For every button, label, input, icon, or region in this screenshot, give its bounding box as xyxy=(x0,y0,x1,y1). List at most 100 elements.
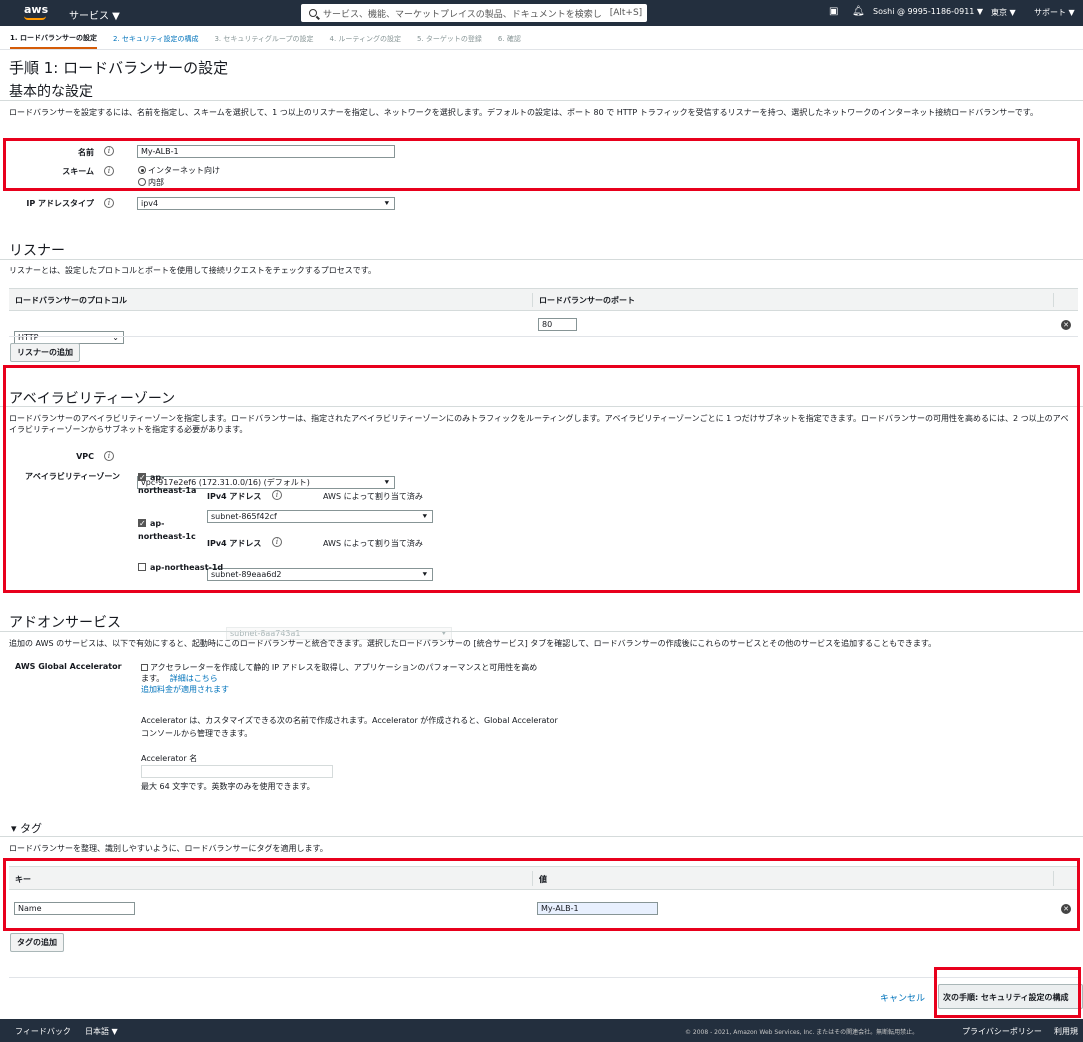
privacy-link[interactable]: プライバシーポリシー xyxy=(962,1026,1042,1037)
ipv4-1c-label: IPv4 アドレス xyxy=(207,539,262,548)
accelerator-info: Accelerator は、カスタマイズできる次の名前で作成されます。Accel… xyxy=(141,714,611,740)
chevron-down-icon: ⯆ xyxy=(383,478,390,487)
accelerator-info-text-cont: コンソールから管理できます。 xyxy=(141,729,253,738)
pricing-link[interactable]: 追加料金が適用されます xyxy=(141,685,229,694)
next-step-button[interactable]: 次の手順: セキュリティ設定の構成 xyxy=(938,984,1083,1009)
ipv4-1a-label: IPv4 アドレス xyxy=(207,492,262,501)
radio-icon xyxy=(138,178,146,186)
zone-1a-label-cont: northeast-1a xyxy=(138,486,197,495)
scheme-internet-radio[interactable]: インターネット向け xyxy=(138,165,220,176)
column-divider xyxy=(1053,293,1054,307)
aws-logo-text: aws xyxy=(24,3,49,16)
zone-1c-checkbox[interactable]: ap- northeast-1c xyxy=(138,517,196,543)
column-divider xyxy=(532,293,533,307)
chevron-down-icon: ⌄ xyxy=(112,333,119,342)
subnet-1c-select[interactable]: subnet-89eaa6d2 ⯆ xyxy=(207,568,433,581)
chevron-down-icon: ⯆ xyxy=(383,199,390,208)
bell-icon[interactable]: 🔔︎ xyxy=(852,6,865,17)
search-icon xyxy=(309,9,317,17)
scheme-label: スキーム xyxy=(62,167,94,176)
accelerator-text: アクセラレーターを作成して静的 IP アドレスを取得し、アプリケーションのパフォ… xyxy=(150,663,538,672)
chevron-down-icon: ⯆ xyxy=(421,512,428,521)
feedback-link[interactable]: フィードバック xyxy=(15,1026,71,1037)
ip-type-value: ipv4 xyxy=(141,199,159,208)
cloudshell-icon[interactable]: ▣ xyxy=(829,6,838,17)
ip-type-label: IP アドレスタイプ xyxy=(26,199,94,208)
step-2[interactable]: 2. セキュリティ設定の構成 xyxy=(113,30,198,48)
ip-type-select[interactable]: ipv4 ⯆ xyxy=(137,197,395,210)
step-4[interactable]: 4. ルーティングの設定 xyxy=(330,30,401,48)
zone-1c-label-cont: northeast-1c xyxy=(138,532,196,541)
protocol-column-header: ロードバランサーのプロトコル xyxy=(15,296,127,305)
learn-more-link[interactable]: 詳細はこちら xyxy=(170,674,218,683)
divider xyxy=(0,406,1083,407)
key-column-header: キー xyxy=(15,875,31,884)
listener-table-header: ロードバランサーのプロトコル ロードバランサーのポート xyxy=(9,288,1078,311)
az-description: ロードバランサーのアベイラビリティーゾーンを指定します。ロードバランサーは、指定… xyxy=(9,414,1069,434)
az-title: アベイラビリティーゾーン xyxy=(9,391,176,407)
protocol-value: HTTP xyxy=(18,333,39,342)
scheme-internal-label: 内部 xyxy=(148,178,164,187)
zone-1d-checkbox[interactable]: ap-northeast-1d xyxy=(138,563,223,572)
column-divider xyxy=(532,871,533,886)
services-menu[interactable]: サービス ▼ xyxy=(69,7,120,22)
copyright-text: © 2008 - 2021, Amazon Web Services, Inc.… xyxy=(685,1029,919,1036)
subnet-1a-select[interactable]: subnet-865f42cf ⯆ xyxy=(207,510,433,523)
add-listener-button[interactable]: リスナーの追加 xyxy=(10,343,80,362)
language-menu[interactable]: 日本語 ▼ xyxy=(85,1026,118,1037)
divider xyxy=(0,631,1083,632)
addon-title: アドオンサービス xyxy=(9,615,121,631)
port-column-header: ロードバランサーのポート xyxy=(539,296,635,305)
name-label: 名前 xyxy=(78,148,94,157)
chevron-down-icon: ⯆ xyxy=(421,570,428,579)
port-input[interactable]: 80 xyxy=(538,318,577,331)
divider xyxy=(9,336,1078,337)
region-menu[interactable]: 東京 ▼ xyxy=(991,7,1016,18)
support-menu[interactable]: サポート ▼ xyxy=(1034,7,1075,18)
remove-tag-icon[interactable]: ✕ xyxy=(1061,904,1071,914)
basic-settings-title: 基本的な設定 xyxy=(9,84,93,100)
terms-link[interactable]: 利用規 xyxy=(1054,1026,1078,1037)
account-menu[interactable]: Soshi @ 9995-1186-0911 ▼ xyxy=(873,7,983,16)
search-shortcut: [Alt+S] xyxy=(609,8,643,18)
addon-description: 追加の AWS のサービスは、以下で有効にすると、起動時にこのロードバランサーと… xyxy=(9,639,937,648)
tag-key-input[interactable]: Name xyxy=(14,902,135,915)
checkbox-icon xyxy=(138,563,146,571)
search-input[interactable]: サービス、機能、マーケットプレイスの製品、ドキュメントを検索し [Alt+S] xyxy=(301,4,647,22)
accelerator-name-input[interactable] xyxy=(141,765,333,778)
info-icon[interactable]: i xyxy=(104,198,114,208)
info-icon[interactable]: i xyxy=(272,537,282,547)
tag-value-input[interactable]: My-ALB-1 xyxy=(537,902,658,915)
tags-table-header: キー 値 xyxy=(9,866,1078,890)
scheme-internal-radio[interactable]: 内部 xyxy=(138,177,164,188)
divider xyxy=(9,977,1078,978)
step-1[interactable]: 1. ロードバランサーの設定 xyxy=(10,29,97,49)
cancel-link[interactable]: キャンセル xyxy=(880,991,925,1004)
accelerator-name-hint: 最大 64 文字です。英数字のみを使用できます。 xyxy=(141,782,315,791)
zone-1a-label: ap- xyxy=(150,473,165,482)
aws-logo[interactable]: aws xyxy=(24,4,48,22)
step-3[interactable]: 3. セキュリティグループの設定 xyxy=(214,30,313,48)
aws-smile-icon xyxy=(24,16,46,20)
wizard-steps: 1. ロードバランサーの設定 2. セキュリティ設定の構成 3. セキュリティグ… xyxy=(0,28,1083,50)
info-icon[interactable]: i xyxy=(104,451,114,461)
page-title: 手順 1: ロードバランサーの設定 xyxy=(9,59,229,77)
info-icon[interactable]: i xyxy=(272,490,282,500)
step-5[interactable]: 5. ターゲットの登録 xyxy=(417,30,482,48)
tags-toggle[interactable]: ▾ タグ xyxy=(11,820,42,836)
zone-1a-checkbox[interactable]: ap- northeast-1a xyxy=(138,471,196,497)
accelerator-text-cont: ます。 xyxy=(141,674,165,683)
value-column-header: 値 xyxy=(539,875,547,884)
remove-listener-icon[interactable]: ✕ xyxy=(1061,320,1071,330)
accelerator-checkbox[interactable] xyxy=(141,664,148,671)
step-6[interactable]: 6. 確認 xyxy=(498,30,521,48)
radio-selected-icon xyxy=(138,166,146,174)
add-tag-button[interactable]: タグの追加 xyxy=(10,933,64,952)
vpc-label: VPC xyxy=(76,452,94,461)
ipv4-1c-value: AWS によって割り当て済み xyxy=(323,539,423,548)
checkbox-checked-icon xyxy=(138,471,146,484)
divider xyxy=(0,100,1083,101)
info-icon[interactable]: i xyxy=(104,166,114,176)
info-icon[interactable]: i xyxy=(104,146,114,156)
name-input[interactable]: My-ALB-1 xyxy=(137,145,395,158)
